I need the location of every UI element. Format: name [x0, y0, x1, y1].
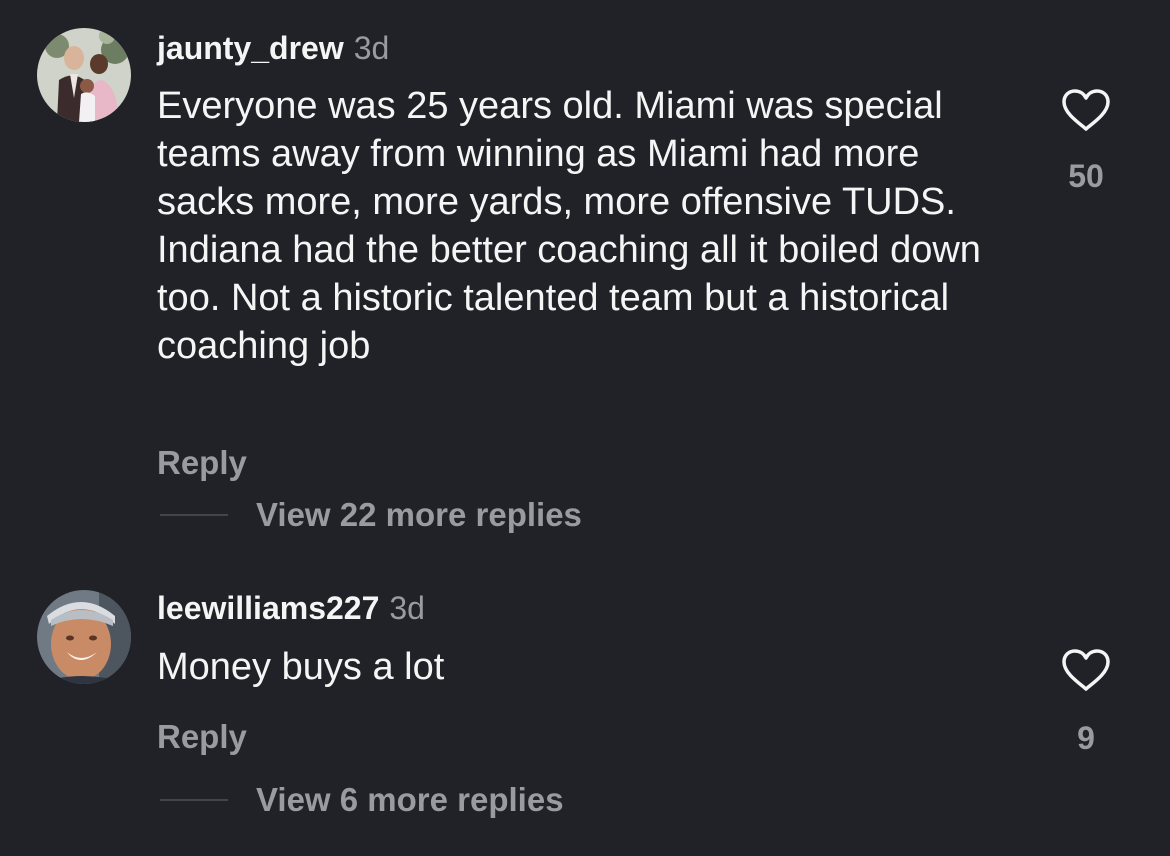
- like-count: 50: [1068, 158, 1104, 194]
- timestamp: 3d: [353, 30, 390, 66]
- comment-text: Everyone was 25 years old. Miami was spe…: [157, 85, 981, 367]
- reply-button[interactable]: Reply: [157, 718, 247, 756]
- view-replies-label: View 6 more replies: [256, 781, 564, 818]
- avatar[interactable]: [37, 28, 131, 122]
- heart-outline-icon[interactable]: [1061, 88, 1111, 132]
- username[interactable]: leewilliams227: [157, 590, 379, 626]
- timestamp: 3d: [389, 590, 425, 626]
- like-control: 9: [1046, 648, 1126, 757]
- heart-outline-icon[interactable]: [1061, 648, 1111, 692]
- comments-screen: jaunty_drew 3d Everyone was 25 years old.…: [0, 0, 1170, 856]
- like-count: 9: [1077, 720, 1095, 756]
- view-replies-button[interactable]: View 22 more replies: [160, 496, 582, 534]
- comment-header: jaunty_drew 3d: [157, 30, 389, 66]
- username[interactable]: jaunty_drew: [157, 30, 344, 66]
- like-control: 50: [1046, 88, 1126, 195]
- reply-button[interactable]: Reply: [157, 444, 247, 482]
- comment-header: leewilliams227 3d: [157, 590, 425, 626]
- view-replies-button[interactable]: View 6 more replies: [160, 781, 564, 819]
- divider-line: [160, 514, 228, 516]
- view-replies-label: View 22 more replies: [256, 496, 582, 533]
- divider-line: [160, 799, 228, 801]
- comment-text: Money buys a lot: [157, 646, 445, 688]
- avatar[interactable]: [37, 590, 131, 684]
